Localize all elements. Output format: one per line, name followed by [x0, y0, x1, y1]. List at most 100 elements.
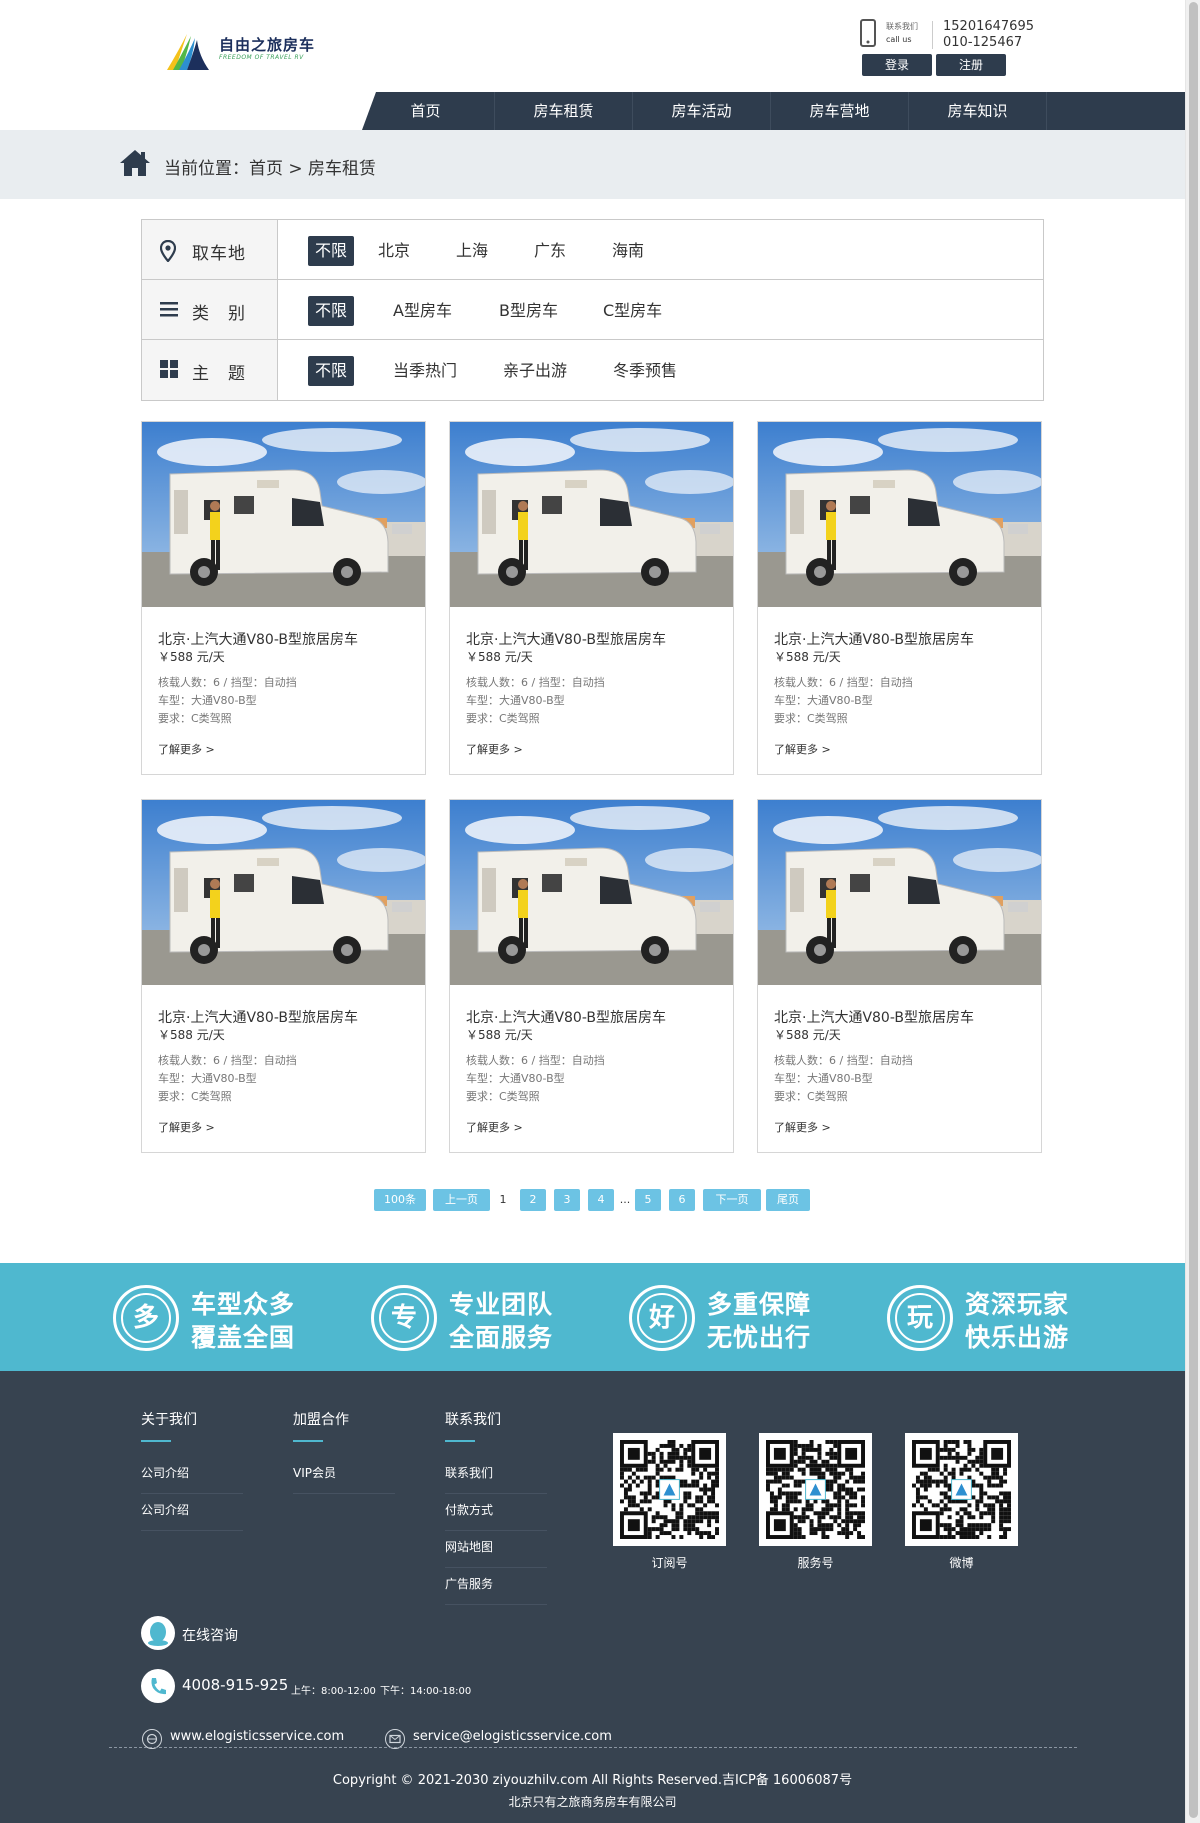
- footer-link[interactable]: 公司介绍: [141, 1464, 243, 1494]
- rv-photo[interactable]: [142, 800, 425, 985]
- car-title[interactable]: 北京·上汽大通V80-B型旅居房车: [466, 1007, 666, 1027]
- car-spec-license: 要求：C类驾照: [466, 1090, 540, 1103]
- website-link[interactable]: www.elogisticsservice.com: [170, 1729, 344, 1744]
- call-us-label: 联系我们: [886, 22, 918, 31]
- learn-more-link[interactable]: 了解更多 >: [466, 1119, 523, 1135]
- map-pin-icon: [160, 240, 176, 262]
- register-button[interactable]: 注册: [936, 54, 1006, 76]
- car-card[interactable]: 北京·上汽大通V80-B型旅居房车 ￥588 元/天 核载人数：6 / 挡型：自动挡…: [141, 799, 426, 1153]
- learn-more-link[interactable]: 了解更多 >: [158, 741, 215, 757]
- breadcrumb-bar: 当前位置：首页 > 房车租赁: [0, 130, 1185, 199]
- nav-item-activities[interactable]: 房车活动: [633, 92, 771, 130]
- car-card[interactable]: 北京·上汽大通V80-B型旅居房车 ￥588 元/天 核载人数：6 / 挡型：自动挡…: [757, 421, 1042, 775]
- rv-photo[interactable]: [142, 422, 425, 607]
- divider: [932, 21, 933, 49]
- filter-option-b-type[interactable]: B型房车: [492, 296, 565, 326]
- nav-item-rental[interactable]: 房车租赁: [495, 92, 633, 130]
- qq-icon: [141, 1616, 175, 1650]
- car-card[interactable]: 北京·上汽大通V80-B型旅居房车 ￥588 元/天核载人数：6 / 挡型：自动挡…: [757, 799, 1042, 1153]
- footer-link[interactable]: 公司介绍: [141, 1501, 243, 1531]
- car-spec-license: 要求：C类驾照: [774, 1090, 848, 1103]
- car-card[interactable]: 北京·上汽大通V80-B型旅居房车 ￥588 元/天 核载人数：6 / 挡型：自动挡…: [449, 799, 734, 1153]
- next-page-button[interactable]: 下一页: [703, 1189, 761, 1211]
- page-3-button[interactable]: 3: [554, 1189, 580, 1211]
- learn-more-link[interactable]: 了解更多 >: [158, 1119, 215, 1135]
- footer-link[interactable]: 付款方式: [445, 1501, 547, 1531]
- rv-photo[interactable]: [758, 422, 1041, 607]
- car-spec-model: 车型：大通V80-B型: [774, 694, 873, 707]
- filter-option-beijing[interactable]: 北京: [371, 236, 417, 266]
- car-spec-model: 车型：大通V80-B型: [466, 694, 565, 707]
- car-title[interactable]: 北京·上汽大通V80-B型旅居房车: [774, 629, 974, 649]
- footer-link[interactable]: VIP会员: [293, 1464, 395, 1494]
- nav-item-home[interactable]: 首页: [357, 92, 495, 130]
- phone-number: 15201647695: [943, 19, 1034, 34]
- car-title[interactable]: 北京·上汽大通V80-B型旅居房车: [158, 1007, 358, 1027]
- filter-option-any[interactable]: 不限: [308, 356, 355, 386]
- hours-afternoon: 下午：14:00-18:00: [380, 1686, 472, 1697]
- filter-label: 取车地: [192, 244, 246, 264]
- site-logo[interactable]: 自由之旅房车 FREEDOM OF TRAVEL RV: [165, 30, 325, 74]
- feature-title: 车型众多: [191, 1290, 296, 1319]
- car-card[interactable]: 北京·上汽大通V80-B型旅居房车 ￥588 元/天 核载人数：6 / 挡型：自动挡…: [449, 421, 734, 775]
- page-4-button[interactable]: 4: [588, 1189, 614, 1211]
- prev-page-button[interactable]: 上一页: [433, 1189, 490, 1211]
- car-price: ￥588 元/天: [158, 650, 225, 664]
- filter-option-winter-presale[interactable]: 冬季预售: [606, 356, 684, 386]
- footer-link[interactable]: 联系我们: [445, 1464, 547, 1494]
- page-2-button[interactable]: 2: [520, 1189, 546, 1211]
- car-spec-license: 要求：C类驾照: [158, 712, 232, 725]
- filter-option-any[interactable]: 不限: [308, 296, 355, 326]
- filter-label-cell: 主 题: [142, 340, 278, 400]
- feature-title: 专业团队: [449, 1290, 554, 1319]
- car-price: ￥588 元/天: [774, 1028, 841, 1042]
- logo-subtext: FREEDOM OF TRAVEL RV: [219, 54, 304, 61]
- page-6-button[interactable]: 6: [669, 1189, 695, 1211]
- copyright-text: Copyright © 2021-2030 ziyouzhilv.com All…: [332, 1773, 853, 1788]
- footer-column-title: 关于我们: [141, 1412, 197, 1428]
- qr-code-image: [759, 1433, 872, 1546]
- learn-more-link[interactable]: 了解更多 >: [466, 741, 523, 757]
- scrollbar[interactable]: [1185, 0, 1200, 1823]
- feature-subtitle: 覆盖全国: [191, 1323, 296, 1352]
- login-button[interactable]: 登录: [862, 54, 932, 76]
- filter-option-hainan[interactable]: 海南: [605, 236, 651, 266]
- learn-more-link[interactable]: 了解更多 >: [774, 741, 831, 757]
- filter-option-family[interactable]: 亲子出游: [496, 356, 574, 386]
- rv-photo[interactable]: [450, 422, 733, 607]
- filter-option-shanghai[interactable]: 上海: [449, 236, 495, 266]
- car-title[interactable]: 北京·上汽大通V80-B型旅居房车: [774, 1007, 974, 1027]
- filter-option-hot-season[interactable]: 当季热门: [386, 356, 464, 386]
- car-price: ￥588 元/天: [466, 650, 533, 664]
- feature-badge-icon: 专: [371, 1285, 437, 1351]
- feature-badge-icon: 玩: [887, 1285, 953, 1351]
- page-5-button[interactable]: 5: [635, 1189, 661, 1211]
- filter-option-a-type[interactable]: A型房车: [386, 296, 459, 326]
- filter-option-guangdong[interactable]: 广东: [527, 236, 573, 266]
- nav-item-campsites[interactable]: 房车营地: [771, 92, 909, 130]
- filter-label-cell: 取车地: [142, 220, 278, 279]
- filter-row-location: 取车地 不限 北京 上海 广东 海南: [142, 220, 1043, 280]
- learn-more-link[interactable]: 了解更多 >: [774, 1119, 831, 1135]
- rv-photo[interactable]: [450, 800, 733, 985]
- hotline-number: 4008-915-925: [182, 1676, 289, 1694]
- car-card[interactable]: 北京·上汽大通V80-B型旅居房车 ￥588 元/天 核载人数：6 / 挡型：自动挡…: [141, 421, 426, 775]
- car-spec-capacity: 核载人数：6 / 挡型：自动挡: [774, 1054, 913, 1067]
- scrollbar-thumb[interactable]: [1189, 2, 1198, 1818]
- call-us-en-label: call us: [886, 35, 912, 44]
- rv-photo[interactable]: [758, 800, 1041, 985]
- online-consult-link[interactable]: 在线咨询: [182, 1625, 238, 1645]
- page-current: 1: [499, 1193, 507, 1206]
- car-spec-model: 车型：大通V80-B型: [466, 1072, 565, 1085]
- footer-link[interactable]: 网站地图: [445, 1538, 547, 1568]
- email-link[interactable]: service@elogisticsservice.com: [413, 1729, 612, 1744]
- nav-item-knowledge[interactable]: 房车知识: [909, 92, 1047, 130]
- filter-option-c-type[interactable]: C型房车: [596, 296, 669, 326]
- car-title[interactable]: 北京·上汽大通V80-B型旅居房车: [158, 629, 358, 649]
- footer-link[interactable]: 广告服务: [445, 1575, 547, 1605]
- car-title[interactable]: 北京·上汽大通V80-B型旅居房车: [466, 629, 666, 649]
- filter-option-any[interactable]: 不限: [308, 236, 355, 266]
- last-page-button[interactable]: 尾页: [766, 1189, 810, 1211]
- car-price: ￥588 元/天: [158, 1028, 225, 1042]
- footer-column-title: 联系我们: [445, 1412, 501, 1428]
